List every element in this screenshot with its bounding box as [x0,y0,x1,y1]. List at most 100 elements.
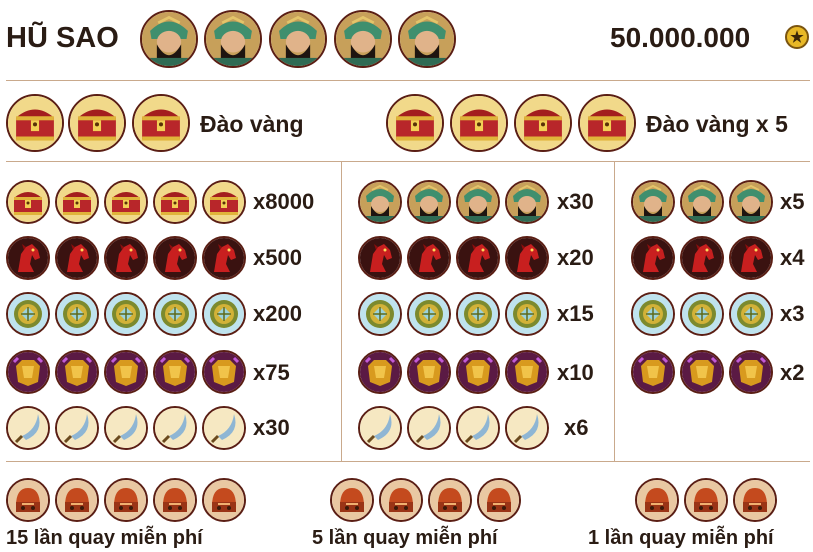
curved-blade-icon [456,406,500,450]
war-helmet-icon [428,478,472,522]
general-portrait-icon [631,180,675,224]
curved-blade-icon [407,406,451,450]
red-horse-icon [6,236,50,280]
war-helmet-icon [330,478,374,522]
war-helmet-icon [55,478,99,522]
curved-blade-icon [153,406,197,450]
general-portrait-icon [140,10,198,68]
payout-multiplier: x8000 [253,189,315,214]
treasure-chest-icon [6,180,50,224]
payout-multiplier: x4 [780,245,805,270]
treasure-chest-icon [386,94,444,152]
magic-shield-icon [153,292,197,336]
golden-armor-icon [680,350,724,394]
golden-armor-icon [55,350,99,394]
general-portrait-icon [505,180,549,224]
red-horse-icon [729,236,773,280]
red-horse-icon [407,236,451,280]
red-horse-icon [202,236,246,280]
golden-armor-icon [6,350,50,394]
curved-blade-icon [6,406,50,450]
red-horse-icon [55,236,99,280]
payout-multiplier: x30 [253,415,290,440]
golden-armor-icon [631,350,675,394]
treasure-chest-icon [55,180,99,224]
war-helmet-icon [104,478,148,522]
golden-armor-icon [358,350,402,394]
treasure-chest-icon [132,94,190,152]
divider [6,161,810,162]
jackpot-label: HŨ SAO [6,22,119,54]
column-divider [614,161,615,461]
war-helmet-icon [379,478,423,522]
golden-armor-icon [202,350,246,394]
divider [6,461,810,462]
magic-shield-icon [407,292,451,336]
general-portrait-icon [334,10,392,68]
magic-shield-icon [456,292,500,336]
divider [6,80,810,81]
free-spin-label: 1 lần quay miễn phí [588,527,774,549]
payout-multiplier: x500 [253,245,302,270]
magic-shield-icon [358,292,402,336]
free-spin-label: 15 lần quay miễn phí [6,527,203,549]
payout-multiplier: x2 [780,360,805,385]
treasure-chest-icon [104,180,148,224]
star-coin-icon: ★ [785,25,809,49]
payout-multiplier: x75 [253,360,290,385]
red-horse-icon [505,236,549,280]
payout-multiplier: x15 [557,301,594,326]
curved-blade-icon [505,406,549,450]
war-helmet-icon [477,478,521,522]
magic-shield-icon [55,292,99,336]
payout-multiplier: x6 [564,415,589,440]
jackpot-amount: 50.000.000 [610,22,751,53]
golden-armor-icon [104,350,148,394]
treasure-chest-icon [450,94,508,152]
curved-blade-icon [104,406,148,450]
free-spin-label: 5 lần quay miễn phí [312,527,498,549]
magic-shield-icon [729,292,773,336]
general-portrait-icon [456,180,500,224]
golden-armor-icon [407,350,451,394]
red-horse-icon [358,236,402,280]
general-portrait-icon [204,10,262,68]
magic-shield-icon [6,292,50,336]
golden-armor-icon [505,350,549,394]
treasure-chest-icon [514,94,572,152]
column-divider [341,161,342,461]
treasure-chest-icon [153,180,197,224]
treasure-chest-icon [6,94,64,152]
general-portrait-icon [407,180,451,224]
golden-armor-icon [456,350,500,394]
treasure-chest-icon [202,180,246,224]
golden-armor-icon [153,350,197,394]
general-portrait-icon [398,10,456,68]
payout-multiplier: x3 [780,301,805,326]
payout-multiplier: x200 [253,301,302,326]
bonus-single-label: Đào vàng [200,111,304,137]
war-helmet-icon [202,478,246,522]
general-portrait-icon [269,10,327,68]
golden-armor-icon [729,350,773,394]
war-helmet-icon [153,478,197,522]
general-portrait-icon [729,180,773,224]
curved-blade-icon [358,406,402,450]
payout-multiplier: x10 [557,360,594,385]
war-helmet-icon [684,478,728,522]
red-horse-icon [153,236,197,280]
treasure-chest-icon [68,94,126,152]
war-helmet-icon [6,478,50,522]
curved-blade-icon [202,406,246,450]
red-horse-icon [680,236,724,280]
general-portrait-icon [358,180,402,224]
magic-shield-icon [505,292,549,336]
red-horse-icon [631,236,675,280]
payout-multiplier: x20 [557,245,594,270]
bonus-multi-label: Đào vàng x 5 [646,111,788,137]
general-portrait-icon [680,180,724,224]
magic-shield-icon [631,292,675,336]
payout-multiplier: x30 [557,189,594,214]
payout-multiplier: x5 [780,189,805,214]
red-horse-icon [456,236,500,280]
